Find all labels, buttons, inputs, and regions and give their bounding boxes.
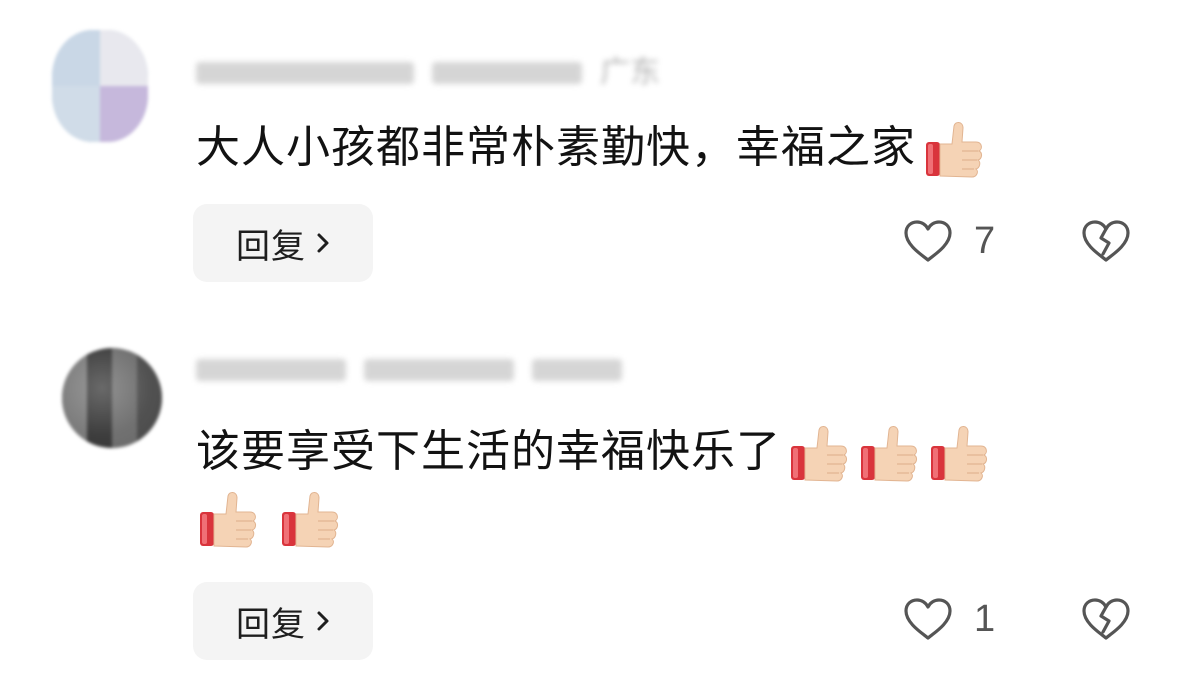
chevron-right-icon xyxy=(316,610,330,632)
chevron-right-icon xyxy=(316,232,330,254)
comment-text-content: 大人小孩都非常朴素勤快，幸福之家 xyxy=(196,122,916,173)
reply-label: 回复 xyxy=(236,604,306,645)
thumbs-up-emoji xyxy=(927,422,991,486)
broken-heart-icon[interactable] xyxy=(1080,216,1132,266)
like-button[interactable]: 1 xyxy=(902,589,995,649)
heart-outline-icon[interactable] xyxy=(902,218,954,264)
like-count: 1 xyxy=(974,597,996,640)
comment-item: 该要享受下生活的幸福快乐了 回复 1 xyxy=(0,318,1200,686)
avatar[interactable] xyxy=(62,348,162,448)
reply-label: 回复 xyxy=(236,226,306,267)
thumbs-up-emoji xyxy=(857,422,921,486)
heart-outline-icon[interactable] xyxy=(902,596,954,642)
avatar[interactable] xyxy=(52,30,148,142)
thumbs-up-emoji xyxy=(922,118,986,182)
username-blurred[interactable]: 广东 xyxy=(196,58,660,88)
comment-text: 大人小孩都非常朴素勤快，幸福之家 xyxy=(196,118,986,182)
location-label: 广东 xyxy=(600,55,660,90)
reply-button[interactable]: 回复 xyxy=(193,204,373,282)
reply-button[interactable]: 回复 xyxy=(193,582,373,660)
comment-text: 该要享受下生活的幸福快乐了 xyxy=(196,422,991,486)
comment-item: 广东 大人小孩都非常朴素勤快，幸福之家 回复 7 xyxy=(0,0,1200,300)
thumbs-up-emoji xyxy=(278,488,342,552)
thumbs-up-emoji xyxy=(196,488,260,552)
emoji-line xyxy=(196,488,342,552)
comment-text-content: 该要享受下生活的幸福快乐了 xyxy=(196,426,781,477)
like-button[interactable]: 7 xyxy=(902,211,995,271)
like-count: 7 xyxy=(974,219,996,262)
username-blurred[interactable] xyxy=(196,355,622,385)
thumbs-up-emoji xyxy=(787,422,851,486)
broken-heart-icon[interactable] xyxy=(1080,594,1132,644)
